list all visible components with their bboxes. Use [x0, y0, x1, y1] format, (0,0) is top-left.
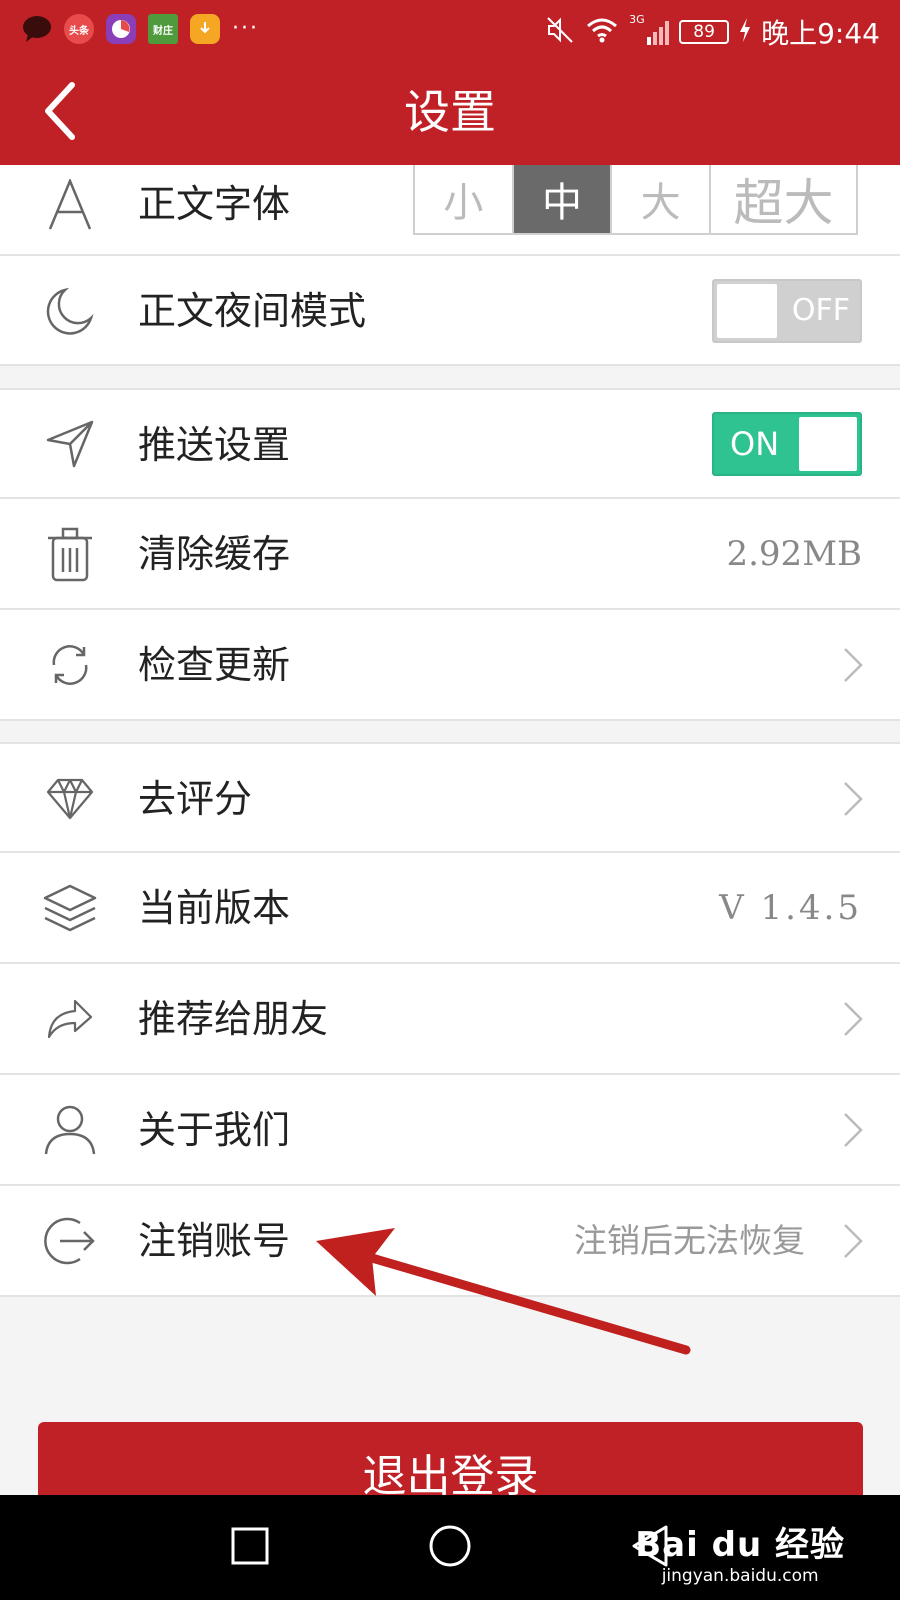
setting-label: 推荐给朋友: [138, 997, 329, 1041]
system-status: 3G 89 晚上9:44: [545, 12, 880, 52]
app-header: 头条 财庄 ··· 3G 89 晚上9:44 设置: [0, 0, 900, 165]
setting-row-share[interactable]: 推荐给朋友: [0, 964, 900, 1075]
setting-label: 去评分: [138, 777, 253, 821]
setting-row-font-size: 正文字体 小 中 大 超大: [0, 165, 900, 256]
setting-row-clear-cache[interactable]: 清除缓存 2.92MB: [0, 499, 900, 610]
refresh-icon: [40, 635, 100, 695]
night-mode-toggle[interactable]: OFF: [712, 279, 862, 343]
font-size-large-option[interactable]: 大: [612, 165, 712, 233]
logout-icon: [40, 1211, 100, 1271]
toggle-knob: [799, 417, 857, 471]
baidu-jingyan-watermark: Bai du 经验 jingyan.baidu.com: [635, 1517, 845, 1586]
toutiao-app-icon: 头条: [64, 14, 94, 44]
toggle-state-label: OFF: [791, 293, 850, 328]
setting-label: 推送设置: [138, 423, 291, 467]
system-navigation-bar: Bai du 经验 jingyan.baidu.com: [0, 1495, 900, 1600]
cellular-signal-icon: 3G: [629, 13, 670, 47]
message-icon: [22, 14, 52, 44]
font-size-small-option[interactable]: 小: [415, 165, 514, 233]
setting-row-push[interactable]: 推送设置 ON: [0, 388, 900, 499]
charging-icon: [739, 18, 751, 46]
home-button[interactable]: [425, 1521, 475, 1571]
deregister-warning-hint: 注销后无法恢复: [574, 1221, 805, 1260]
watermark-url: jingyan.baidu.com: [661, 1566, 819, 1586]
setting-label: 清除缓存: [138, 532, 291, 576]
setting-row-night-mode[interactable]: 正文夜间模式 OFF: [0, 256, 900, 366]
font-size-xlarge-option[interactable]: 超大: [711, 165, 856, 233]
battery-indicator: 89: [679, 20, 730, 44]
chevron-right-icon: [838, 645, 868, 685]
user-icon: [40, 1100, 100, 1160]
setting-label: 正文夜间模式: [138, 289, 367, 333]
chevron-right-icon: [838, 999, 868, 1039]
watermark-logo: Bai du 经验: [635, 1525, 845, 1565]
setting-label: 当前版本: [138, 886, 291, 930]
cache-size-value: 2.92MB: [726, 534, 862, 574]
share-icon: [40, 989, 100, 1049]
toggle-state-label: ON: [730, 425, 780, 463]
chevron-right-icon: [838, 1221, 868, 1261]
trash-icon: [40, 524, 100, 584]
layers-icon: [40, 878, 100, 938]
setting-row-version: 当前版本 V 1.4.5: [0, 853, 900, 964]
caizhuang-app-icon: 财庄: [148, 14, 178, 44]
push-toggle[interactable]: ON: [712, 412, 862, 476]
font-size-selector: 小 中 大 超大: [413, 165, 858, 235]
wifi-icon: [585, 16, 619, 48]
clock: 晚上9:44: [761, 17, 880, 50]
toggle-knob: [717, 284, 777, 338]
setting-label: 检查更新: [138, 643, 291, 687]
setting-label: 正文字体: [138, 182, 291, 226]
setting-row-check-update[interactable]: 检查更新: [0, 610, 900, 721]
orange-app-icon: [190, 14, 220, 44]
chevron-right-icon: [838, 779, 868, 819]
font-size-medium-option[interactable]: 中: [513, 165, 613, 233]
notification-icons: 头条 财庄 ···: [22, 14, 259, 44]
more-notifications-indicator: ···: [232, 16, 259, 41]
setting-row-deregister[interactable]: 注销账号 注销后无法恢复: [0, 1186, 900, 1297]
chevron-right-icon: [838, 1110, 868, 1150]
status-bar: 头条 财庄 ··· 3G 89 晚上9:44: [0, 0, 900, 62]
setting-label: 关于我们: [138, 1108, 291, 1152]
square-icon: [231, 1527, 269, 1565]
circle-icon: [429, 1525, 471, 1567]
setting-row-rate[interactable]: 去评分: [0, 742, 900, 853]
mute-icon: [545, 15, 575, 49]
recent-apps-button[interactable]: [225, 1521, 275, 1571]
pie-app-icon: [106, 14, 136, 44]
setting-label: 注销账号: [138, 1219, 291, 1263]
version-value: V 1.4.5: [719, 888, 862, 928]
letter-a-icon: [40, 175, 100, 235]
navigation-bar: 设置: [0, 62, 900, 165]
page-title: 设置: [404, 85, 496, 139]
diamond-icon: [40, 769, 100, 829]
setting-row-about[interactable]: 关于我们: [0, 1075, 900, 1186]
send-icon: [40, 414, 100, 474]
moon-icon: [40, 281, 100, 341]
